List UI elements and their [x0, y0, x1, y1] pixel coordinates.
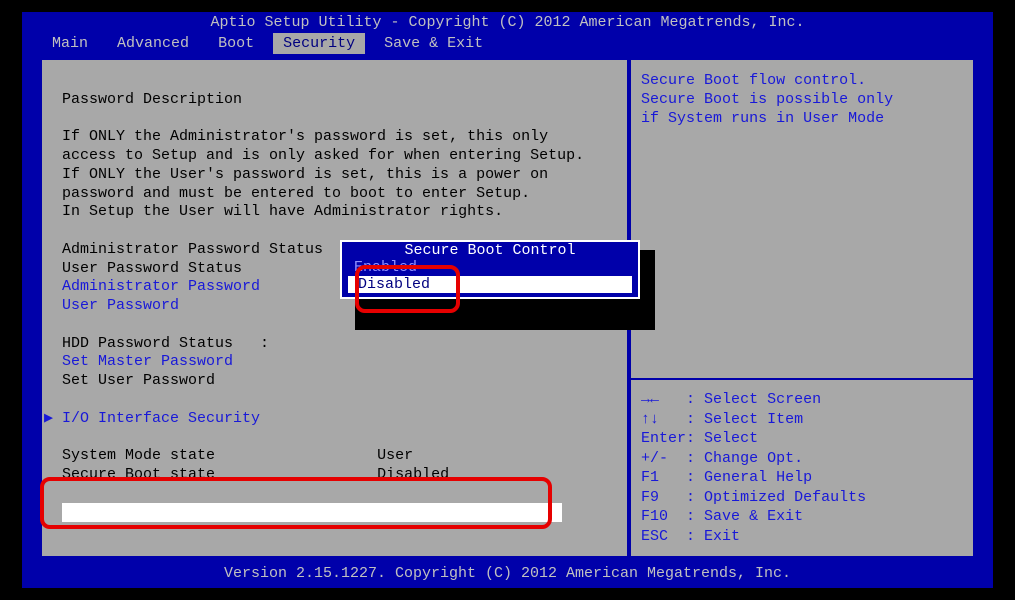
- secure-boot-state-value: Disabled: [377, 466, 449, 483]
- secure-boot-control-popup: Secure Boot Control Enabled Disabled: [340, 240, 640, 299]
- hdd-pwd-status-label: HDD Password Status :: [62, 335, 269, 352]
- key-enter: Enter: Select: [641, 429, 963, 449]
- secure-boot-state-label: Secure Boot state: [62, 466, 215, 483]
- secure-boot-control-item[interactable]: Secure Boot Control [Disabled]: [62, 503, 562, 522]
- desc-line: password and must be entered to boot to …: [62, 185, 530, 202]
- help-line: if System runs in User Mode: [641, 110, 884, 127]
- help-line: Secure Boot is possible only: [641, 91, 893, 108]
- desc-line: If ONLY the Administrator's password is …: [62, 128, 548, 145]
- window-title: Aptio Setup Utility - Copyright (C) 2012…: [22, 12, 993, 33]
- key-select-item: ↑↓ : Select Item: [641, 410, 963, 430]
- tab-bar: Main Advanced Boot Security Save & Exit: [22, 33, 993, 54]
- desc-line: access to Setup and is only asked for wh…: [62, 147, 584, 164]
- admin-password-item[interactable]: Administrator Password: [62, 278, 260, 295]
- tab-boot[interactable]: Boot: [208, 33, 264, 54]
- system-mode-value: User: [377, 447, 413, 464]
- set-user-password-item[interactable]: Set User Password: [62, 372, 215, 389]
- tab-security[interactable]: Security: [273, 33, 365, 54]
- desc-line: In Setup the User will have Administrato…: [62, 203, 503, 220]
- popup-option-disabled[interactable]: Disabled: [348, 276, 632, 293]
- key-exit: ESC : Exit: [641, 527, 963, 547]
- key-help: →← : Select Screen ↑↓ : Select Item Ente…: [631, 380, 973, 556]
- popup-title: Secure Boot Control: [344, 242, 636, 259]
- secure-boot-control-label: Secure Boot Control: [64, 503, 235, 520]
- key-change-opt: +/- : Change Opt.: [641, 449, 963, 469]
- tab-main[interactable]: Main: [42, 33, 98, 54]
- popup-option-enabled[interactable]: Enabled: [344, 259, 636, 276]
- user-pwd-status-label: User Password Status: [62, 260, 242, 277]
- footer-text: Version 2.15.1227. Copyright (C) 2012 Am…: [40, 565, 975, 582]
- tab-save-exit[interactable]: Save & Exit: [374, 33, 493, 54]
- right-panel: Secure Boot flow control. Secure Boot is…: [629, 58, 975, 558]
- system-mode-label: System Mode state: [62, 447, 215, 464]
- password-desc-heading: Password Description: [62, 91, 242, 108]
- tab-advanced[interactable]: Advanced: [107, 33, 199, 54]
- key-select-screen: →← : Select Screen: [641, 390, 963, 410]
- help-line: Secure Boot flow control.: [641, 72, 866, 89]
- key-general-help: F1 : General Help: [641, 468, 963, 488]
- key-optimized-defaults: F9 : Optimized Defaults: [641, 488, 963, 508]
- set-master-password-item[interactable]: Set Master Password: [62, 353, 233, 370]
- user-password-item[interactable]: User Password: [62, 297, 179, 314]
- secure-boot-control-value: [Disabled]: [379, 503, 469, 520]
- io-interface-security-item[interactable]: I/O Interface Security: [62, 410, 260, 427]
- desc-line: If ONLY the User's password is set, this…: [62, 166, 548, 183]
- help-text: Secure Boot flow control. Secure Boot is…: [631, 60, 973, 378]
- admin-pwd-status-label: Administrator Password Status: [62, 241, 323, 258]
- submenu-arrow-icon: ▶: [44, 410, 53, 429]
- key-save-exit: F10 : Save & Exit: [641, 507, 963, 527]
